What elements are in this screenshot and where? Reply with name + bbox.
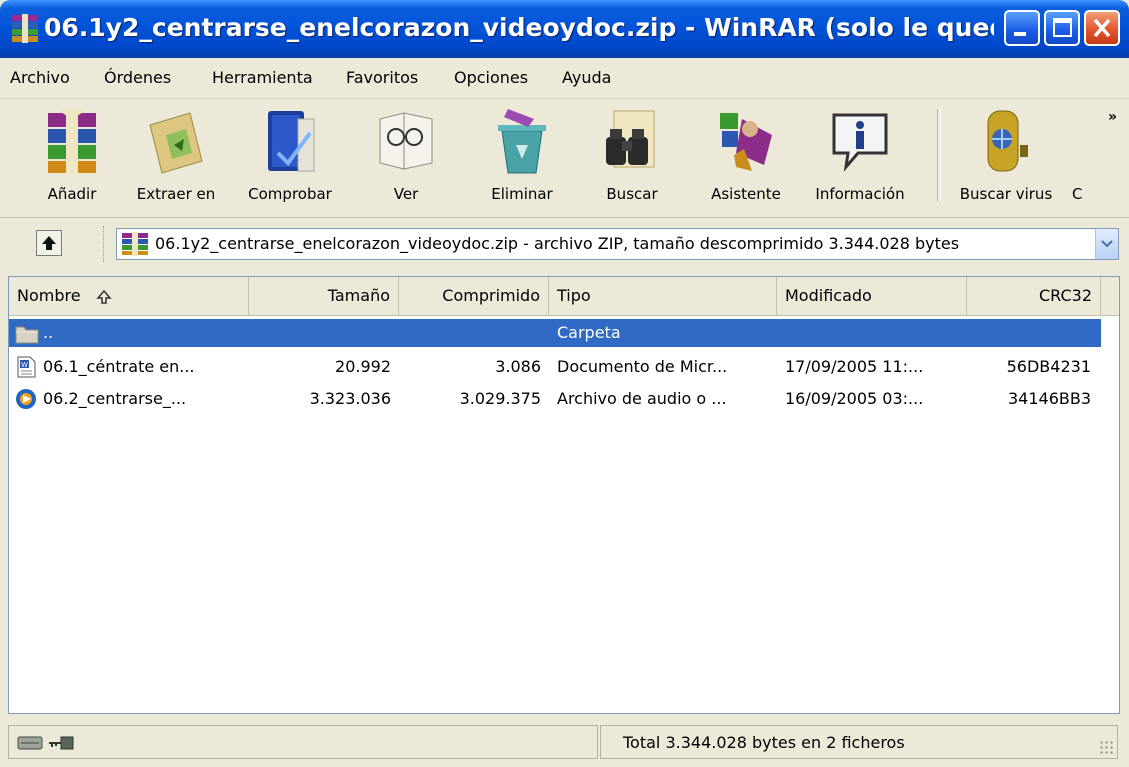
table-row[interactable]: W 06.1_céntrate en... 20.992 3.086 Docum… xyxy=(9,353,1101,381)
virus-scan-label: Buscar virus xyxy=(959,185,1053,203)
status-left-panel xyxy=(8,725,598,759)
folder-icon xyxy=(15,326,39,344)
file-size: 3.323.036 xyxy=(309,389,391,408)
menu-archivo[interactable]: Archivo xyxy=(10,66,70,90)
address-dropdown-button[interactable] xyxy=(1095,229,1118,259)
add-button[interactable]: Añadir xyxy=(20,103,124,211)
close-button[interactable] xyxy=(1084,10,1120,46)
file-name: 06.1_céntrate en... xyxy=(43,357,195,376)
winrar-window: 06.1y2_centrarse_enelcorazon_videoydoc.z… xyxy=(0,0,1129,767)
column-name-label: Nombre xyxy=(17,286,81,305)
test-button[interactable]: Comprobar xyxy=(238,103,342,211)
column-name[interactable]: Nombre xyxy=(9,277,249,315)
media-file-icon xyxy=(16,389,36,409)
archive-path-field[interactable]: 06.1y2_centrarse_enelcorazon_videoydoc.z… xyxy=(116,228,1119,260)
svg-text:W: W xyxy=(21,361,28,369)
virus-scan-button[interactable]: Buscar virus xyxy=(954,103,1058,211)
minimize-button[interactable] xyxy=(1004,10,1040,46)
up-arrow-icon xyxy=(39,233,59,253)
column-header-row: Nombre Tamaño Comprimido Tipo Modificado… xyxy=(9,277,1119,316)
address-separator xyxy=(103,226,106,262)
column-type[interactable]: Tipo xyxy=(549,277,777,315)
table-row[interactable]: 06.2_centrarse_... 3.323.036 3.029.375 A… xyxy=(9,385,1101,413)
close-icon xyxy=(1093,18,1111,38)
wizard-button[interactable]: Asistente xyxy=(694,103,798,211)
title-bar[interactable]: 06.1y2_centrarse_enelcorazon_videoydoc.z… xyxy=(0,0,1129,58)
word-doc-icon: W xyxy=(17,356,36,378)
menu-ordenes[interactable]: Órdenes xyxy=(104,66,171,90)
toolbar: Añadir Extraer en Comprobar Ver Eliminar… xyxy=(0,99,1129,218)
sort-ascending-icon xyxy=(96,289,112,304)
column-size[interactable]: Tamaño xyxy=(249,277,399,315)
status-summary: Total 3.344.028 bytes en 2 ficheros xyxy=(623,733,905,752)
file-type: Carpeta xyxy=(557,323,621,342)
column-modified[interactable]: Modificado xyxy=(777,277,967,315)
test-icon xyxy=(268,111,315,172)
file-name: .. xyxy=(43,323,54,342)
find-icon xyxy=(606,110,655,168)
menu-bar: Archivo Órdenes Herramienta Favoritos Op… xyxy=(0,58,1129,99)
maximize-icon xyxy=(1053,18,1072,37)
add-archive-icon xyxy=(48,107,96,175)
info-label: Información xyxy=(815,185,905,203)
file-packed: 3.029.375 xyxy=(459,389,541,408)
file-modified: 16/09/2005 03:... xyxy=(785,389,924,408)
file-modified: 17/09/2005 11:... xyxy=(785,357,924,376)
window-title: 06.1y2_centrarse_enelcorazon_videoydoc.z… xyxy=(44,13,994,42)
file-packed: 3.086 xyxy=(495,357,541,376)
file-type: Documento de Micr... xyxy=(557,357,728,376)
menu-opciones[interactable]: Opciones xyxy=(454,66,528,90)
file-crc: 56DB4231 xyxy=(1006,357,1091,376)
winrar-app-icon xyxy=(12,14,38,43)
resize-grip[interactable] xyxy=(1099,740,1115,756)
key-icon[interactable] xyxy=(47,734,75,752)
view-label: Ver xyxy=(393,185,419,203)
table-row[interactable]: .. Carpeta xyxy=(9,319,1101,347)
address-bar: 06.1y2_centrarse_enelcorazon_videoydoc.z… xyxy=(0,218,1129,270)
view-button[interactable]: Ver xyxy=(354,103,458,211)
wizard-label: Asistente xyxy=(711,185,781,203)
view-icon xyxy=(379,112,433,170)
info-button[interactable]: Información xyxy=(808,103,912,211)
overflow-button-label[interactable]: C xyxy=(1072,185,1082,203)
virus-scan-icon xyxy=(987,110,1028,172)
add-label: Añadir xyxy=(47,185,97,203)
extract-label: Extraer en xyxy=(136,185,216,203)
menu-favoritos[interactable]: Favoritos xyxy=(346,66,418,90)
menu-herramienta[interactable]: Herramienta xyxy=(212,66,313,90)
zip-archive-icon xyxy=(122,232,148,256)
delete-icon xyxy=(498,109,546,174)
file-crc: 34146BB3 xyxy=(1007,389,1091,408)
file-list[interactable]: Nombre Tamaño Comprimido Tipo Modificado… xyxy=(8,276,1120,714)
delete-label: Eliminar xyxy=(491,185,553,203)
find-button[interactable]: Buscar xyxy=(580,103,684,211)
drive-icon[interactable] xyxy=(17,734,43,752)
delete-button[interactable]: Eliminar xyxy=(470,103,574,211)
archive-path-text: 06.1y2_centrarse_enelcorazon_videoydoc.z… xyxy=(155,234,960,253)
extract-button[interactable]: Extraer en xyxy=(124,103,228,211)
info-icon xyxy=(832,113,888,172)
status-bar: Total 3.344.028 bytes en 2 ficheros xyxy=(0,717,1129,767)
menu-ayuda[interactable]: Ayuda xyxy=(562,66,611,90)
column-crc32[interactable]: CRC32 xyxy=(967,277,1101,315)
minimize-icon xyxy=(1014,32,1026,36)
maximize-button[interactable] xyxy=(1044,10,1080,46)
test-label: Comprobar xyxy=(248,185,332,203)
up-folder-button[interactable] xyxy=(36,230,62,256)
column-packed[interactable]: Comprimido xyxy=(399,277,549,315)
chevron-down-icon xyxy=(1101,240,1113,248)
status-right-panel: Total 3.344.028 bytes en 2 ficheros xyxy=(600,725,1118,759)
file-type: Archivo de audio o ... xyxy=(557,389,727,408)
find-label: Buscar xyxy=(606,185,658,203)
wizard-icon xyxy=(720,113,772,171)
toolbar-separator xyxy=(937,109,941,201)
file-size: 20.992 xyxy=(335,357,391,376)
extract-icon xyxy=(149,112,203,174)
toolbar-more-chevron[interactable]: » xyxy=(1108,109,1117,125)
file-name: 06.2_centrarse_... xyxy=(43,389,187,408)
